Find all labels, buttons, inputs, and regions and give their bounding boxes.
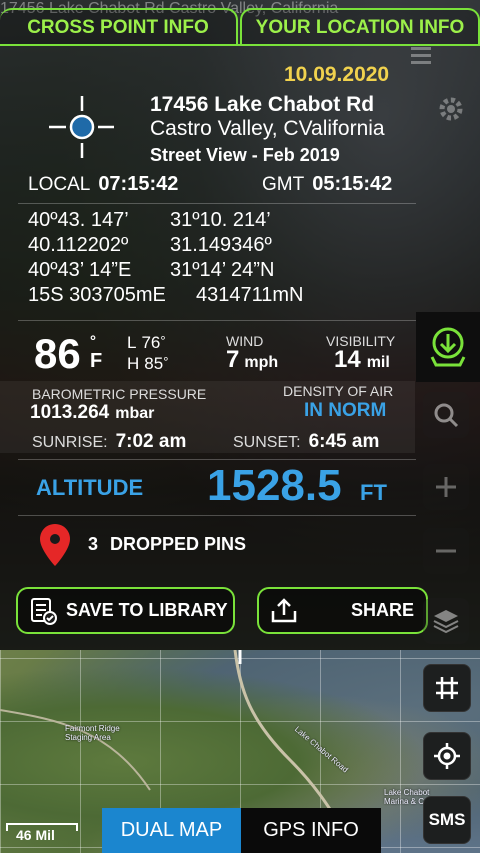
air-density-value: IN NORM — [304, 400, 387, 421]
sunrise-label: SUNRISE: — [32, 434, 108, 451]
temp-high-degree: ° — [163, 354, 169, 369]
date-label: 10.09.2020 — [284, 63, 390, 86]
temperature-unit: F — [90, 350, 103, 372]
coord-dec-lon: 31.149346º — [170, 234, 272, 256]
coord-dm-lon: 31º10. 214’ — [170, 209, 271, 231]
sms-button[interactable]: SMS — [423, 796, 471, 844]
gmt-time: GMT 05:15:42 — [262, 173, 392, 196]
sunset-label: SUNSET: — [233, 434, 301, 451]
temp-high-label: H — [127, 354, 140, 373]
zoom-in-button[interactable] — [423, 464, 469, 510]
gear-icon[interactable] — [436, 94, 466, 124]
layers-button[interactable] — [423, 598, 469, 644]
visibility: 14 mil — [334, 346, 390, 374]
coord-utm-north: 4314711mN — [196, 284, 304, 306]
map-scale-label: 46 Mil — [16, 827, 55, 843]
visibility-value: 14 — [334, 346, 361, 373]
gmt-time-label: GMT — [262, 174, 305, 195]
temp-low-value: 76 — [141, 333, 161, 352]
coord-dms-lon: 31º14’ 24”N — [170, 259, 275, 281]
wind-value: 7 — [226, 346, 240, 373]
visibility-unit: mil — [366, 354, 390, 371]
share-button[interactable]: SHARE — [257, 587, 428, 634]
wind-unit: mph — [244, 354, 279, 371]
search-icon — [434, 403, 459, 428]
pressure-label: BAROMETRIC PRESSURE — [32, 386, 207, 402]
share-icon — [271, 597, 297, 622]
divider — [18, 203, 416, 204]
save-to-library-button[interactable]: SAVE TO LIBRARY — [16, 587, 235, 634]
plus-icon — [436, 477, 456, 497]
map-label-fairmont: Fairmont Ridge Staging Area — [65, 724, 120, 742]
sunrise: SUNRISE: 7:02 am — [32, 431, 186, 453]
divider — [18, 459, 416, 460]
address-line2: Castro Valley, CValifornia — [150, 117, 385, 140]
tab-your-location-info[interactable]: YOUR LOCATION INFO — [240, 8, 480, 46]
sunset-value: 6:45 am — [308, 431, 380, 452]
divider — [18, 515, 416, 516]
grid-icon — [436, 677, 458, 699]
my-location-button[interactable] — [423, 732, 471, 780]
coords-right: 31º10. 214’ 31.149346º 31º14’ 24”N 43147… — [170, 208, 303, 308]
pressure-value: 1013.264 — [30, 402, 110, 423]
pins-count: 3 — [88, 534, 99, 554]
zoom-out-button[interactable] — [423, 528, 469, 574]
gmt-time-value: 05:15:42 — [312, 173, 393, 195]
local-time-value: 07:15:42 — [98, 173, 179, 195]
tab-gps-info[interactable]: GPS INFO — [241, 808, 381, 853]
altitude-value: 1528.5 — [207, 461, 342, 510]
temp-high-value: 85 — [144, 354, 164, 373]
local-time-label: LOCAL — [28, 174, 91, 195]
altitude-label: ALTITUDE — [36, 475, 144, 500]
wind: 7 mph — [226, 346, 278, 374]
temp-low: L 76 ° — [127, 333, 166, 353]
temperature-value: 86 — [34, 330, 81, 377]
location-target-icon — [434, 743, 460, 769]
map-scale: 46 Mil — [6, 823, 78, 843]
download-button[interactable] — [416, 312, 480, 382]
pins-label: DROPPED PINS — [110, 534, 247, 554]
minus-icon — [436, 549, 456, 553]
temp-high: H 85 ° — [127, 354, 168, 374]
local-time: LOCAL 07:15:42 — [28, 173, 178, 196]
map-pin-icon — [40, 524, 70, 566]
sunset: SUNSET: 6:45 am — [233, 431, 379, 453]
grid-button[interactable] — [423, 664, 471, 712]
share-label: SHARE — [350, 600, 414, 620]
address-line1: 17456 Lake Chabot Rd — [150, 93, 375, 116]
sunrise-value: 7:02 am — [115, 431, 187, 452]
tab-cross-point-info[interactable]: CROSS POINT INFO — [0, 8, 238, 46]
crosshair-icon — [49, 96, 114, 158]
coords-left: 40º43. 147’ 40.112202º 40º43’ 14”E 15S 3… — [28, 208, 166, 308]
temp-low-label: L — [127, 333, 137, 352]
street-view-date: Street View - Feb 2019 — [150, 145, 340, 165]
menu-icon[interactable] — [408, 42, 434, 68]
temp-low-degree: ° — [160, 333, 166, 348]
divider — [18, 320, 416, 321]
search-button[interactable] — [423, 392, 469, 438]
download-icon — [430, 327, 466, 367]
coord-dec-lat: 40.112202º — [28, 234, 129, 256]
dropped-pins[interactable]: 3 DROPPED PINS — [88, 534, 246, 555]
layers-icon — [433, 610, 459, 634]
save-to-library-label: SAVE TO LIBRARY — [66, 600, 228, 620]
coord-dms-lat: 40º43’ 14”E — [28, 259, 132, 281]
tab-dual-map[interactable]: DUAL MAP — [102, 808, 241, 853]
coord-dm-lat: 40º43. 147’ — [28, 209, 129, 231]
altitude-unit: FT — [360, 480, 387, 505]
air-density-label: DENSITY OF AIR — [283, 383, 394, 399]
temperature-degree: ° — [90, 333, 96, 350]
pressure-unit: mbar — [115, 405, 155, 422]
pressure: 1013.264 mbar — [30, 402, 154, 424]
document-icon — [31, 597, 57, 625]
coord-utm-zone: 15S 303705mE — [28, 284, 166, 306]
